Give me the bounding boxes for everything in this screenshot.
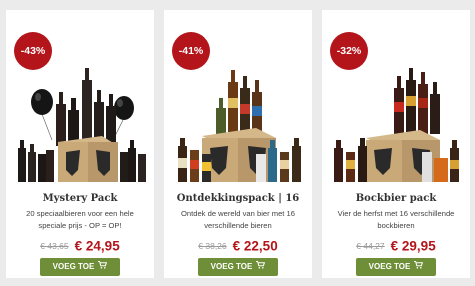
discount-badge: -41% <box>172 32 210 70</box>
price-row: € 43,65 € 24,95 <box>6 237 154 255</box>
price-row: € 44,27 € 29,95 <box>322 237 470 255</box>
add-to-cart-button[interactable]: VOEG TOE <box>40 258 120 276</box>
current-price: € 22,50 <box>232 238 278 254</box>
product-title[interactable]: Ontdekkingspack | 16 <box>164 193 312 204</box>
shopping-cart-icon <box>256 258 266 276</box>
discount-badge: -43% <box>14 32 52 70</box>
discount-badge: -32% <box>330 32 368 70</box>
add-to-cart-button[interactable]: VOEG TOE <box>356 258 436 276</box>
current-price: € 29,95 <box>390 238 436 254</box>
product-card[interactable]: -41% Ontdekkingspack | 16 Ontdek de were… <box>164 10 312 278</box>
add-to-cart-button[interactable]: VOEG TOE <box>198 258 278 276</box>
product-description: Ontdek de wereld van bier met 16 verschi… <box>181 209 295 230</box>
product-title[interactable]: Mystery Pack <box>6 193 154 204</box>
add-to-cart-label: VOEG TOE <box>52 262 95 272</box>
product-card[interactable]: -32% Bockbier pack Vier de herfst met 16… <box>322 10 470 278</box>
product-grid: -43% Mystery Pack 20 speciaalbieren voor… <box>0 0 475 286</box>
add-to-cart-label: VOEG TOE <box>368 262 411 272</box>
shopping-cart-icon <box>414 258 424 276</box>
product-description: Vier de herfst met 16 verschillende bock… <box>337 209 455 230</box>
old-price: € 43,65 <box>40 240 69 251</box>
current-price: € 24,95 <box>74 238 120 254</box>
old-price: € 44,27 <box>356 240 385 251</box>
shopping-cart-icon <box>98 258 108 276</box>
product-description: 20 speciaalbieren voor een hele speciale… <box>26 209 134 230</box>
add-to-cart-label: VOEG TOE <box>210 262 253 272</box>
product-card[interactable]: -43% Mystery Pack 20 speciaalbieren voor… <box>6 10 154 278</box>
price-row: € 38,26 € 22,50 <box>164 237 312 255</box>
old-price: € 38,26 <box>198 240 227 251</box>
product-title[interactable]: Bockbier pack <box>322 193 470 204</box>
